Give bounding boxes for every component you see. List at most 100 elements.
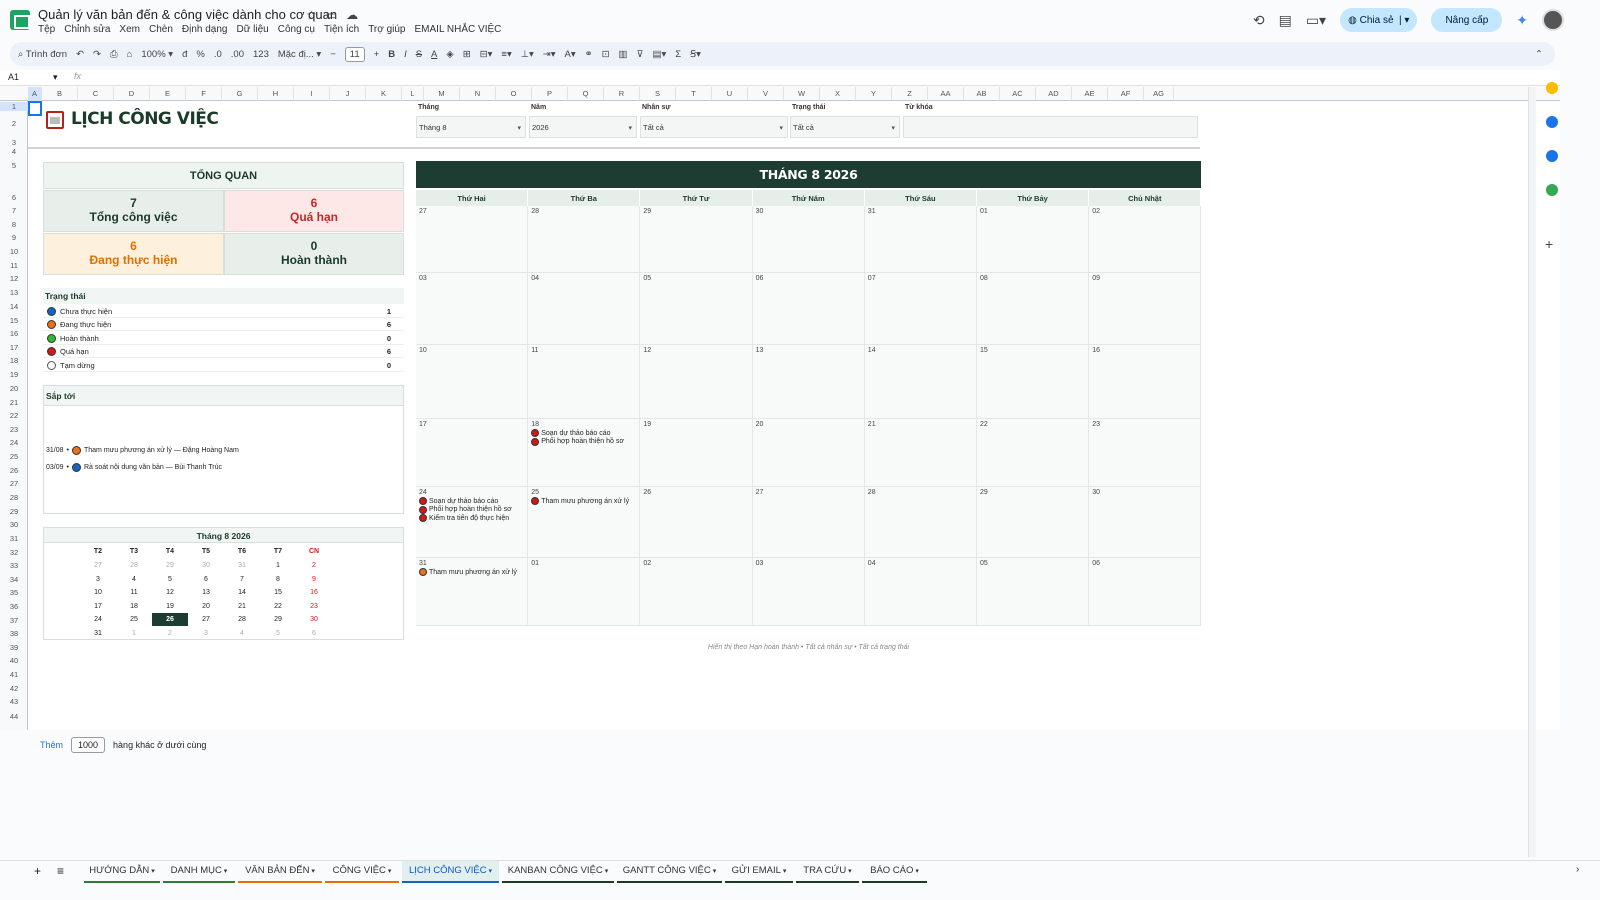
- mini-day[interactable]: 17: [80, 600, 116, 613]
- add-rows-count-input[interactable]: 1000: [71, 737, 106, 753]
- row-header[interactable]: 9: [0, 233, 28, 242]
- strikethrough-icon[interactable]: S: [416, 49, 422, 60]
- calendar-event[interactable]: Kiểm tra tiến độ thực hiện: [419, 514, 509, 523]
- share-button[interactable]: ◍ Chia sẻ | ▾: [1340, 8, 1418, 32]
- mini-day[interactable]: 19: [152, 600, 188, 613]
- menu-item[interactable]: Trợ giúp: [368, 24, 405, 35]
- column-header[interactable]: I: [294, 87, 330, 101]
- all-sheets-icon[interactable]: ≡: [57, 864, 64, 878]
- insert-link-icon[interactable]: ⚭: [585, 49, 593, 60]
- mini-day[interactable]: 31: [80, 627, 116, 640]
- row-header[interactable]: 41: [0, 670, 28, 679]
- column-header[interactable]: W: [784, 87, 820, 101]
- calendar-day-cell[interactable]: 29: [640, 206, 753, 273]
- menu-item[interactable]: Định dạng: [182, 24, 228, 35]
- calendar-day-cell[interactable]: 12: [640, 345, 753, 419]
- mini-day[interactable]: 27: [188, 613, 224, 626]
- mini-day[interactable]: 2: [296, 559, 332, 572]
- row-header[interactable]: 28: [0, 493, 28, 502]
- fill-color-icon[interactable]: ◈: [446, 49, 453, 60]
- column-header[interactable]: AD: [1036, 87, 1072, 101]
- font-select[interactable]: Mặc đị... ▾: [278, 49, 321, 60]
- row-header[interactable]: 23: [0, 425, 28, 434]
- increase-decimal-button[interactable]: .00: [231, 49, 244, 60]
- column-header[interactable]: AB: [964, 87, 1000, 101]
- column-header[interactable]: Y: [856, 87, 892, 101]
- column-header[interactable]: Q: [568, 87, 604, 101]
- sheets-logo-icon[interactable]: [10, 10, 30, 30]
- mini-day[interactable]: 4: [116, 573, 152, 586]
- calendar-event[interactable]: Tham mưu phương án xử lý: [531, 497, 629, 505]
- column-header[interactable]: E: [150, 87, 186, 101]
- paint-format-icon[interactable]: ⌂: [127, 49, 133, 60]
- history-icon[interactable]: ⟲: [1253, 12, 1265, 29]
- add-rows-button[interactable]: Thêm: [40, 740, 63, 750]
- column-header[interactable]: AG: [1144, 87, 1174, 101]
- insert-chart-icon[interactable]: ▥: [619, 49, 628, 60]
- calendar-day-cell[interactable]: 27: [416, 206, 529, 273]
- menu-item[interactable]: Tiện ích: [324, 24, 359, 35]
- column-header[interactable]: S: [640, 87, 676, 101]
- row-header[interactable]: 14: [0, 302, 28, 311]
- calendar-day-cell[interactable]: 03: [752, 558, 865, 626]
- row-header[interactable]: 25: [0, 452, 28, 461]
- mini-day[interactable]: 25: [116, 613, 152, 626]
- collapse-toolbar-icon[interactable]: ⌃: [1535, 49, 1543, 60]
- column-header[interactable]: G: [222, 87, 258, 101]
- row-header[interactable]: 4: [0, 147, 28, 156]
- selected-cell-a1[interactable]: [28, 101, 42, 116]
- more-formats-button[interactable]: 123: [253, 49, 269, 60]
- column-header[interactable]: X: [820, 87, 856, 101]
- mini-day[interactable]: 30: [296, 613, 332, 626]
- row-header[interactable]: 3: [0, 138, 28, 147]
- row-header[interactable]: 21: [0, 398, 28, 407]
- mini-day[interactable]: 13: [188, 586, 224, 599]
- column-header[interactable]: V: [748, 87, 784, 101]
- mini-day[interactable]: 5: [260, 627, 296, 640]
- calendar-day-cell[interactable]: 27: [752, 487, 865, 558]
- calendar-day-cell[interactable]: 29: [977, 487, 1090, 558]
- gemini-icon[interactable]: ✦: [1516, 12, 1528, 29]
- row-header[interactable]: 38: [0, 629, 28, 638]
- currency-button[interactable]: đ: [182, 49, 187, 60]
- mini-day[interactable]: 22: [260, 600, 296, 613]
- row-header[interactable]: 22: [0, 411, 28, 420]
- row-header[interactable]: 26: [0, 466, 28, 475]
- mini-day[interactable]: 15: [260, 586, 296, 599]
- row-header[interactable]: 42: [0, 684, 28, 693]
- row-header[interactable]: 33: [0, 561, 28, 570]
- row-header[interactable]: 43: [0, 697, 28, 706]
- move-folder-icon[interactable]: ▭: [326, 8, 337, 22]
- column-header[interactable]: C: [78, 87, 114, 101]
- row-header[interactable]: 7: [0, 206, 28, 215]
- tab-sheet[interactable]: DANH MỤC ▾: [163, 861, 235, 883]
- mini-day[interactable]: 2: [152, 627, 188, 640]
- calendar-day-cell[interactable]: 28: [528, 206, 641, 273]
- filter-1-select[interactable]: 2026 ▾: [529, 116, 637, 138]
- column-header[interactable]: U: [712, 87, 748, 101]
- text-color-icon[interactable]: A: [431, 49, 437, 60]
- mini-day[interactable]: 21: [224, 600, 260, 613]
- filter-views-icon[interactable]: ▤▾: [653, 49, 667, 60]
- calendar-day-cell[interactable]: 25 Tham mưu phương án xử lý: [528, 487, 641, 558]
- input-tools-icon[interactable]: Ꞩ▾: [690, 49, 701, 60]
- text-rotation-icon[interactable]: A▾: [565, 49, 576, 60]
- menu-item[interactable]: Chỉnh sửa: [64, 24, 110, 35]
- mini-day[interactable]: 29: [152, 559, 188, 572]
- row-header[interactable]: 37: [0, 616, 28, 625]
- mini-day[interactable]: 23: [296, 600, 332, 613]
- calendar-day-cell[interactable]: 05: [640, 273, 753, 345]
- row-header[interactable]: 8: [0, 220, 28, 229]
- row-header[interactable]: 29: [0, 507, 28, 516]
- calendar-day-cell[interactable]: 31: [864, 206, 977, 273]
- calendar-day-cell[interactable]: 04: [864, 558, 977, 626]
- horizontal-align-icon[interactable]: ≡▾: [501, 49, 511, 60]
- add-addon-icon[interactable]: +: [1545, 236, 1553, 252]
- mini-day[interactable]: 30: [188, 559, 224, 572]
- row-header[interactable]: 27: [0, 479, 28, 488]
- calendar-event[interactable]: Soạn dự thảo báo cáo: [531, 429, 610, 437]
- calendar-day-cell[interactable]: 13: [752, 345, 865, 419]
- calendar-day-cell[interactable]: 11: [528, 345, 641, 419]
- calendar-day-cell[interactable]: 20: [752, 419, 865, 487]
- column-header[interactable]: T: [676, 87, 712, 101]
